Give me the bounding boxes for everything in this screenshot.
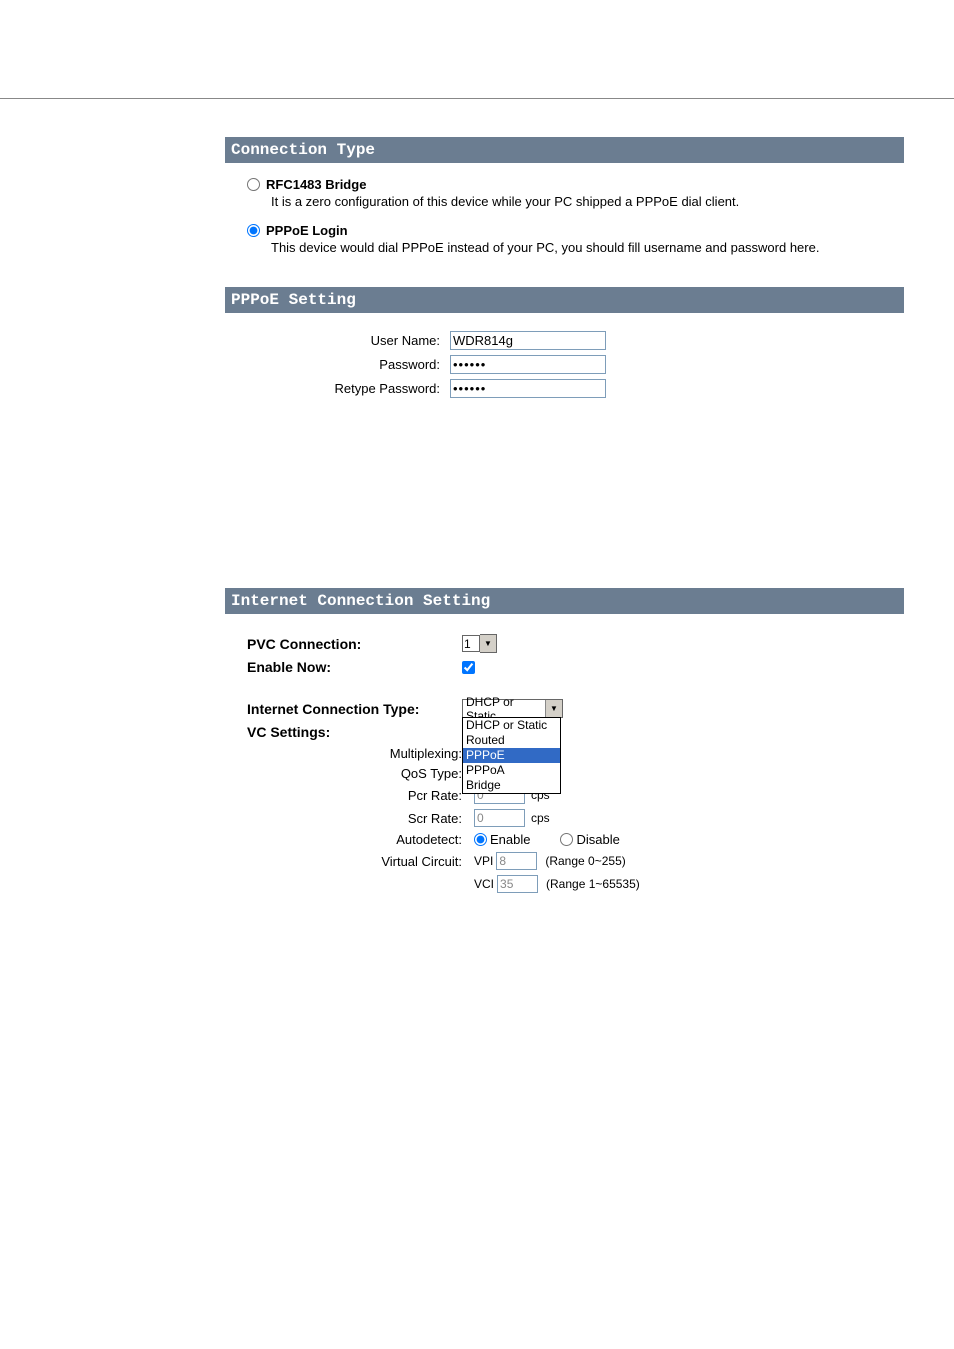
dropdown-item-pppoe[interactable]: PPPoE: [463, 748, 560, 763]
vci-label: VCI: [474, 877, 494, 891]
retype-password-label: Retype Password:: [285, 381, 450, 396]
password-input[interactable]: [450, 355, 606, 374]
scr-rate-input[interactable]: [474, 809, 525, 827]
retype-password-input[interactable]: [450, 379, 606, 398]
rfc1483-bridge-desc: It is a zero configuration of this devic…: [271, 194, 904, 209]
vci-input[interactable]: [497, 875, 538, 893]
username-label: User Name:: [285, 333, 450, 348]
chevron-down-icon: ▼: [545, 700, 562, 717]
disable-option-label: Disable: [576, 832, 619, 847]
pvc-connection-select[interactable]: 1 ▼: [462, 634, 497, 653]
autodetect-enable-radio[interactable]: [474, 833, 487, 846]
enable-now-checkbox[interactable]: [462, 661, 475, 674]
scr-rate-label: Scr Rate:: [247, 811, 474, 826]
pppoe-setting-header: PPPoE Setting: [225, 287, 904, 313]
rfc1483-bridge-label: RFC1483 Bridge: [266, 177, 366, 192]
rfc1483-bridge-radio[interactable]: [247, 178, 260, 191]
pcr-rate-label: Pcr Rate:: [247, 788, 474, 803]
dropdown-item-routed[interactable]: Routed: [463, 733, 560, 748]
chevron-down-icon: ▼: [480, 634, 497, 653]
pppoe-login-label: PPPoE Login: [266, 223, 348, 238]
quoted-text: " ": [225, 513, 904, 528]
pvc-connection-label: PVC Connection:: [247, 636, 462, 652]
virtual-circuit-label: Virtual Circuit:: [247, 854, 474, 869]
pppoe-login-desc: This device would dial PPPoE instead of …: [271, 240, 904, 255]
pppoe-login-radio[interactable]: [247, 224, 260, 237]
dropdown-item-dhcp[interactable]: DHCP or Static: [463, 718, 560, 733]
password-label: Password:: [285, 357, 450, 372]
dropdown-item-pppoa[interactable]: PPPoA: [463, 763, 560, 778]
vci-range: (Range 1~65535): [546, 877, 640, 891]
internet-connection-setting-header: Internet Connection Setting: [225, 588, 904, 614]
qos-type-label: QoS Type:: [247, 766, 474, 781]
vpi-input[interactable]: [496, 852, 537, 870]
internet-connection-type-dropdown: DHCP or Static Routed PPPoE PPPoA Bridge: [462, 717, 561, 794]
multiplexing-label: Multiplexing:: [247, 746, 474, 761]
autodetect-disable-radio[interactable]: [560, 833, 573, 846]
vpi-range: (Range 0~255): [545, 854, 625, 868]
internet-connection-type-select[interactable]: DHCP or Static ▼: [462, 699, 563, 718]
vpi-label: VPI: [474, 854, 493, 868]
enable-option-label: Enable: [490, 832, 530, 847]
vc-settings-label: VC Settings:: [247, 724, 462, 740]
dropdown-item-bridge[interactable]: Bridge: [463, 778, 560, 793]
internet-connection-type-label: Internet Connection Type:: [247, 701, 462, 717]
enable-now-label: Enable Now:: [247, 659, 462, 675]
username-input[interactable]: [450, 331, 606, 350]
autodetect-label: Autodetect:: [247, 832, 474, 847]
scr-unit: cps: [531, 811, 550, 825]
connection-type-header: Connection Type: [225, 137, 904, 163]
